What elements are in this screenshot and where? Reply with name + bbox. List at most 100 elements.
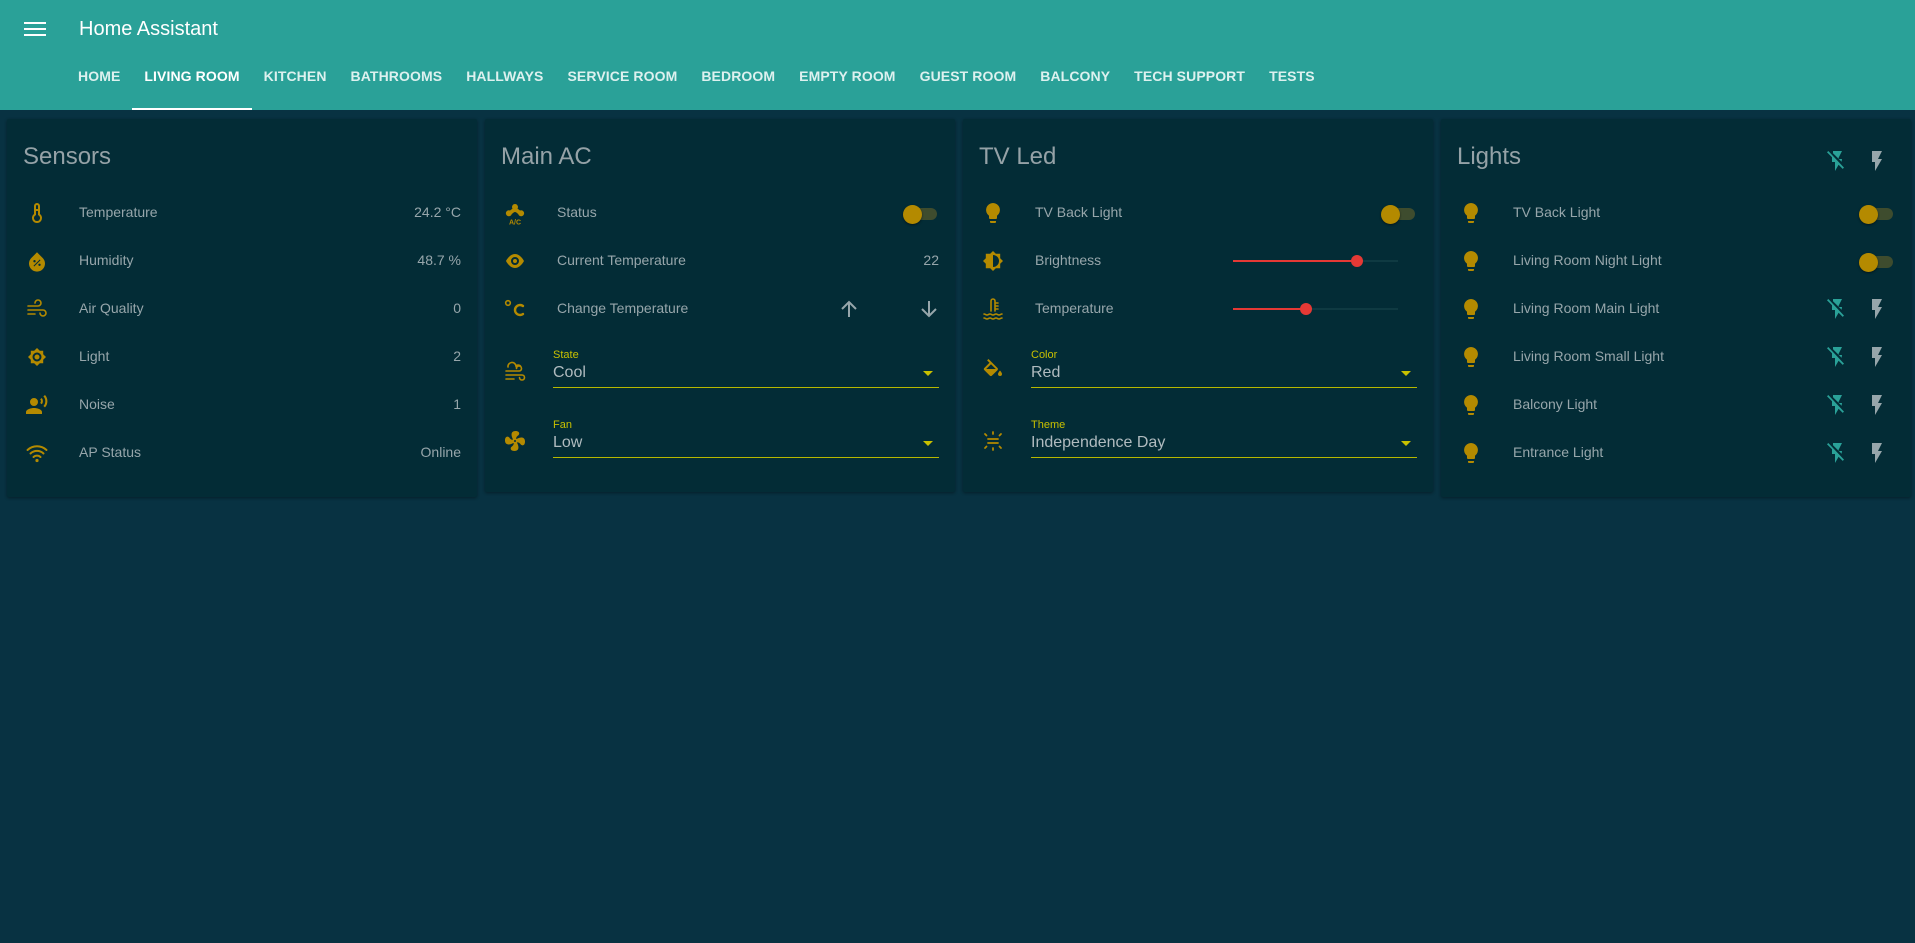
ac-status-label: Status [557, 204, 597, 220]
sensor-label: Humidity [79, 252, 134, 268]
tv-back-light-row: TV Back Light [963, 195, 1433, 231]
ac-current-temp-row[interactable]: Current Temperature 22 [485, 243, 955, 279]
weather-windy-icon [505, 361, 526, 381]
temperature-celsius-icon [504, 299, 525, 317]
air-conditioner-icon: A/C [505, 204, 525, 225]
tab-tech-support[interactable]: TECH SUPPORT [1122, 66, 1257, 110]
sensors-card: Sensors Temperature 24.2 °C Humidity 48.… [7, 119, 477, 497]
arrow-down-icon[interactable] [917, 297, 941, 321]
tab-hallways[interactable]: HALLWAYS [454, 66, 555, 110]
main-ac-card: Main AC A/C Status Current Temperature 2… [485, 119, 955, 492]
tab-guest-room[interactable]: GUEST ROOM [908, 66, 1029, 110]
ac-fan-row: Fan Low [485, 415, 955, 463]
light-label: TV Back Light [1513, 204, 1601, 220]
light-label: Entrance Light [1513, 444, 1604, 460]
chevron-down-icon [1401, 371, 1411, 376]
app-title: Home Assistant [79, 18, 218, 40]
account-voice-icon [26, 395, 48, 414]
sensor-row-noise[interactable]: Noise 1 [7, 387, 477, 423]
light-label: Living Room Night Light [1513, 252, 1662, 268]
tv-brightness-row: Brightness [963, 243, 1433, 279]
sensor-label: Temperature [79, 204, 158, 220]
flash-off-icon[interactable] [1825, 393, 1849, 417]
sensor-label: Noise [79, 396, 115, 412]
flash-icon[interactable] [1865, 149, 1889, 173]
tv-theme-dropdown[interactable]: Theme Independence Day [1031, 419, 1417, 463]
slider-thumb[interactable] [1350, 255, 1363, 267]
sensor-label: AP Status [79, 444, 142, 460]
sensor-value: 24.2 °C [414, 204, 461, 220]
tab-kitchen[interactable]: KITCHEN [252, 66, 339, 110]
dropdown-value: Cool [553, 364, 586, 381]
lightbulb-icon [1459, 393, 1483, 417]
tv-color-dropdown[interactable]: Color Red [1031, 349, 1417, 393]
tab-empty-room[interactable]: EMPTY ROOM [787, 66, 907, 110]
arrow-up-icon[interactable] [837, 297, 861, 321]
tab-home[interactable]: HOME [66, 66, 132, 110]
ac-change-temp-label: Change Temperature [557, 300, 689, 316]
flash-off-icon[interactable] [1825, 149, 1849, 173]
dropdown-label: Fan [553, 419, 572, 431]
weather-windy-icon [27, 299, 47, 317]
light-row-small-light: Living Room Small Light [1441, 339, 1911, 375]
tab-tests[interactable]: TESTS [1257, 66, 1327, 110]
card-title: Sensors [23, 143, 112, 170]
sensor-value: Online [420, 444, 461, 460]
ac-current-temp-label: Current Temperature [557, 252, 686, 268]
flash-icon[interactable] [1865, 441, 1889, 465]
eye-icon [506, 254, 524, 268]
tab-service-room[interactable]: SERVICE ROOM [555, 66, 689, 110]
ac-fan-dropdown[interactable]: Fan Low [553, 419, 939, 463]
light-toggle[interactable] [1859, 205, 1895, 224]
light-row-main-light: Living Room Main Light [1441, 291, 1911, 327]
sensor-row-ap-status[interactable]: AP Status Online [7, 435, 477, 471]
coolant-temperature-icon [983, 298, 1003, 320]
flash-off-icon[interactable] [1825, 297, 1849, 321]
dropdown-value: Independence Day [1031, 434, 1166, 451]
light-row-tv-back-light: TV Back Light [1441, 195, 1911, 231]
lights-card: Lights TV Back Light Living Room Night L… [1441, 119, 1911, 497]
light-toggle[interactable] [1859, 253, 1895, 272]
tab-balcony[interactable]: BALCONY [1028, 66, 1122, 110]
slider-thumb[interactable] [1299, 303, 1312, 315]
sensor-row-temperature[interactable]: Temperature 24.2 °C [7, 195, 477, 231]
light-label: Living Room Small Light [1513, 348, 1664, 364]
flash-icon[interactable] [1865, 297, 1889, 321]
tv-temperature-label: Temperature [1035, 300, 1114, 316]
card-title: Lights [1457, 143, 1522, 170]
menu-icon[interactable] [22, 19, 48, 43]
theme-light-dark-icon [984, 431, 1002, 451]
tv-back-light-toggle[interactable] [1381, 205, 1417, 224]
flash-off-icon[interactable] [1825, 441, 1849, 465]
sensor-value: 48.7 % [417, 252, 461, 268]
fan-icon [505, 431, 525, 451]
light-row-balcony-light: Balcony Light [1441, 387, 1911, 423]
tv-back-light-label: TV Back Light [1035, 204, 1123, 220]
tv-theme-row: Theme Independence Day [963, 415, 1433, 463]
flash-icon[interactable] [1865, 393, 1889, 417]
water-percent-icon [29, 252, 45, 272]
sensor-row-humidity[interactable]: Humidity 48.7 % [7, 243, 477, 279]
light-label: Living Room Main Light [1513, 300, 1660, 316]
ac-state-row: State Cool [485, 345, 955, 393]
brightness-slider[interactable] [1233, 253, 1398, 269]
temperature-slider[interactable] [1233, 301, 1398, 317]
ac-change-temp-row: Change Temperature [485, 291, 955, 327]
sensor-row-light[interactable]: Light 2 [7, 339, 477, 375]
ac-status-toggle[interactable] [903, 205, 939, 224]
ac-current-temp-value: 22 [923, 252, 939, 268]
thermometer-icon [32, 203, 42, 223]
ac-state-dropdown[interactable]: State Cool [553, 349, 939, 393]
sensor-row-air-quality[interactable]: Air Quality 0 [7, 291, 477, 327]
app-header: Home Assistant HOME LIVING ROOM KITCHEN … [0, 0, 1915, 110]
ac-status-row: A/C Status [485, 195, 955, 231]
tab-bathrooms[interactable]: BATHROOMS [339, 66, 455, 110]
sensor-label: Air Quality [79, 300, 144, 316]
tab-bedroom[interactable]: BEDROOM [689, 66, 787, 110]
chevron-down-icon [1401, 441, 1411, 446]
flash-icon[interactable] [1865, 345, 1889, 369]
tab-living-room[interactable]: LIVING ROOM [132, 66, 252, 110]
light-row-night-light: Living Room Night Light [1441, 243, 1911, 279]
flash-off-icon[interactable] [1825, 345, 1849, 369]
lightbulb-icon [1459, 201, 1483, 225]
